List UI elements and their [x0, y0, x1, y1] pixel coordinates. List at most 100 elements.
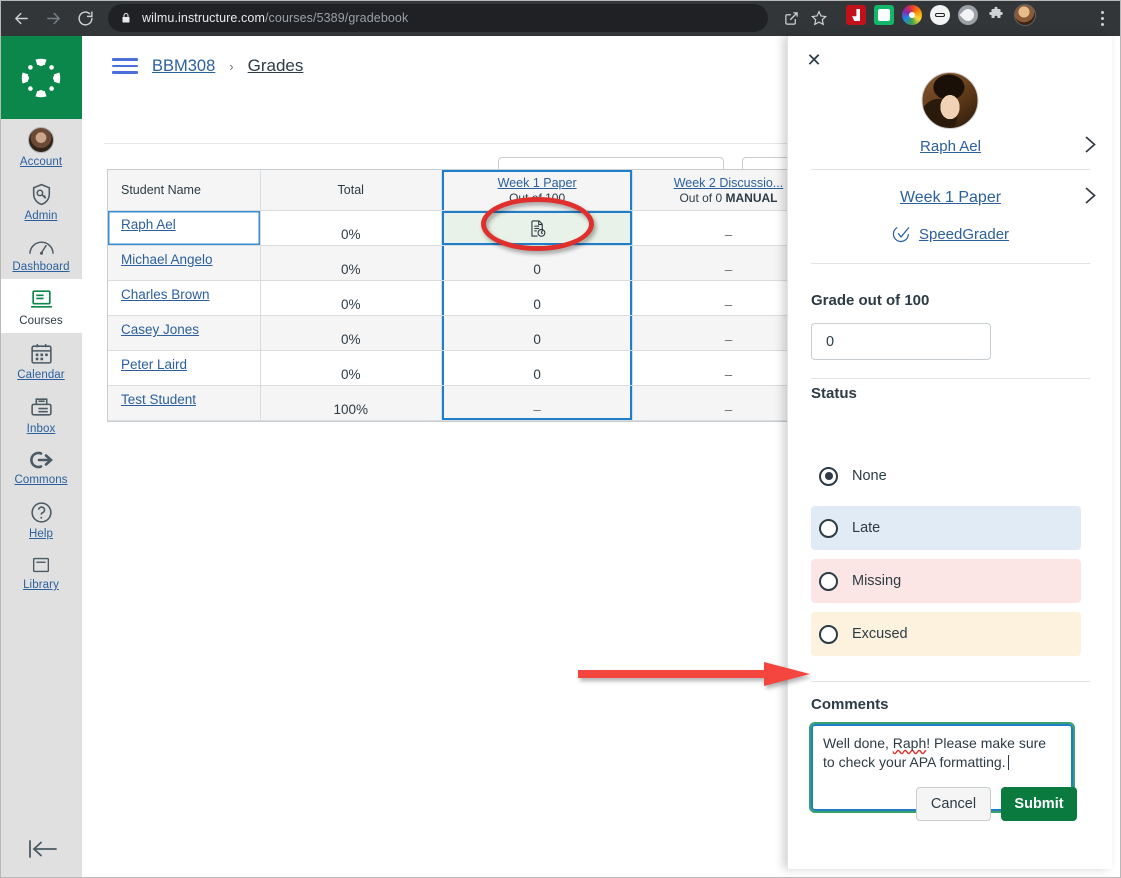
column-header-link[interactable]: Week 1 Paper: [498, 176, 577, 190]
total-grade-cell[interactable]: 100%: [260, 386, 442, 421]
sidebar-item-library[interactable]: Library: [0, 546, 82, 597]
student-name-link[interactable]: Casey Jones: [108, 322, 199, 337]
chevron-right-icon[interactable]: [1084, 187, 1097, 210]
week1-paper-cell[interactable]: 0: [441, 316, 634, 351]
radio-icon[interactable]: [819, 466, 838, 486]
column-header-points: Out of 100: [509, 190, 566, 205]
reload-icon[interactable]: [70, 3, 100, 33]
student-name-link[interactable]: Raph Ael: [108, 217, 176, 232]
grade-label: Grade out of 100: [811, 292, 930, 309]
radio-icon[interactable]: [819, 624, 838, 644]
document-clock-icon: [530, 219, 546, 237]
status-option-none[interactable]: None: [811, 454, 1081, 498]
column-header-link[interactable]: Week 2 Discussio...: [674, 176, 784, 190]
total-grade-value: 100%: [333, 401, 368, 417]
puzzle-extensions-icon[interactable]: [986, 5, 1006, 25]
student-name-cell[interactable]: Casey Jones: [108, 316, 261, 351]
week1-paper-cell[interactable]: 0: [441, 281, 634, 316]
status-option-missing[interactable]: Missing: [811, 559, 1081, 603]
student-link-row[interactable]: Raph Ael: [788, 135, 1113, 158]
sidebar-item-admin[interactable]: Admin: [0, 174, 82, 228]
week1-paper-cell[interactable]: –: [441, 386, 634, 421]
grade-value: –: [724, 366, 733, 382]
emoji-extension-icon[interactable]: [930, 5, 950, 25]
student-name-cell[interactable]: Test Student: [108, 386, 261, 421]
grade-value: 0: [533, 366, 541, 382]
total-grade-cell[interactable]: 0%: [260, 316, 442, 351]
speedgrader-link-row[interactable]: SpeedGrader: [788, 225, 1113, 244]
column-header-week1-paper[interactable]: Week 1 Paper Out of 100: [441, 170, 634, 211]
tray-student-name-link[interactable]: Raph Ael: [920, 138, 981, 155]
divider: [811, 169, 1090, 170]
sidebar-item-inbox[interactable]: Inbox: [0, 387, 82, 441]
sidebar-item-help[interactable]: Help: [0, 492, 82, 546]
divider: [811, 681, 1090, 682]
student-name-cell[interactable]: Charles Brown: [108, 281, 261, 316]
assignment-link-row[interactable]: Week 1 Paper: [788, 187, 1113, 210]
commons-arrow-icon: [30, 451, 53, 469]
total-grade-cell[interactable]: 0%: [260, 351, 442, 386]
sidebar-item-courses[interactable]: Courses: [0, 279, 82, 333]
grade-input[interactable]: 0: [811, 323, 991, 360]
sidebar-item-label: Courses: [19, 315, 63, 327]
total-grade-cell[interactable]: 0%: [260, 281, 442, 316]
sidebar-item-commons[interactable]: Commons: [0, 441, 82, 492]
dashboard-icon: [28, 241, 54, 255]
adobe-acrobat-extension-icon[interactable]: [846, 5, 866, 25]
cancel-button[interactable]: Cancel: [916, 787, 991, 821]
column-header-label: Student Name: [121, 183, 201, 197]
chevron-right-icon[interactable]: [1084, 135, 1097, 158]
hamburger-menu-icon[interactable]: [112, 58, 138, 74]
student-name-link[interactable]: Charles Brown: [108, 287, 210, 302]
green-reader-extension-icon[interactable]: [874, 5, 894, 25]
column-header-student-name[interactable]: Student Name: [108, 170, 261, 211]
week1-paper-cell[interactable]: 0: [441, 351, 634, 386]
extension-icons: [846, 4, 1036, 26]
student-name-link[interactable]: Test Student: [108, 392, 196, 407]
submit-button[interactable]: Submit: [1001, 787, 1077, 821]
forward-arrow-icon[interactable]: [38, 3, 68, 33]
tray-assignment-link[interactable]: Week 1 Paper: [900, 189, 1001, 207]
sidebar-item-label: Dashboard: [12, 261, 70, 273]
column-header-points: Out of 0 MANUAL: [679, 190, 778, 205]
status-option-late[interactable]: Late: [811, 506, 1081, 550]
sidebar-item-label: Calendar: [17, 369, 65, 381]
sidebar-item-account[interactable]: Account: [0, 119, 82, 174]
sidebar-item-label: Help: [28, 528, 54, 540]
student-name-cell[interactable]: Peter Laird: [108, 351, 261, 386]
grade-value: –: [724, 401, 733, 417]
inbox-icon: [30, 398, 52, 416]
kebab-menu-icon[interactable]: [1091, 4, 1113, 32]
profile-avatar-icon[interactable]: [1014, 4, 1036, 26]
contrast-extension-icon[interactable]: [958, 5, 978, 25]
sidebar-item-calendar[interactable]: Calendar: [0, 333, 82, 387]
status-option-excused[interactable]: Excused: [811, 612, 1081, 656]
radio-icon[interactable]: [819, 571, 838, 591]
close-icon[interactable]: ✕: [801, 47, 827, 73]
sidebar-item-dashboard[interactable]: Dashboard: [0, 228, 82, 279]
color-wheel-extension-icon[interactable]: [902, 5, 922, 25]
divider: [811, 378, 1090, 379]
column-header-total[interactable]: Total: [260, 170, 442, 211]
courses-icon: [30, 290, 52, 308]
back-arrow-icon[interactable]: [6, 3, 36, 33]
url-text: wilmu.instructure.com/courses/5389/grade…: [142, 11, 408, 25]
student-name-link[interactable]: Peter Laird: [108, 357, 187, 372]
breadcrumb-course-link[interactable]: BBM308: [152, 57, 215, 76]
total-grade-cell[interactable]: 0%: [260, 246, 442, 281]
canvas-logo-icon[interactable]: [0, 36, 82, 119]
star-icon[interactable]: [806, 4, 832, 32]
open-in-new-icon[interactable]: [778, 4, 804, 32]
speedgrader-link[interactable]: SpeedGrader: [919, 226, 1009, 243]
student-name-link[interactable]: Michael Angelo: [108, 252, 213, 267]
address-bar[interactable]: wilmu.instructure.com/courses/5389/grade…: [108, 4, 768, 32]
radio-icon[interactable]: [819, 518, 838, 538]
week1-paper-cell-raph-ael[interactable]: [441, 211, 634, 246]
student-name-cell[interactable]: Raph Ael: [108, 211, 261, 246]
status-option-label: None: [852, 468, 887, 484]
week1-paper-cell[interactable]: 0: [441, 246, 634, 281]
collapse-nav-icon[interactable]: [0, 820, 82, 878]
grade-value: –: [724, 296, 733, 312]
total-grade-cell[interactable]: 0%: [260, 211, 442, 246]
student-name-cell[interactable]: Michael Angelo: [108, 246, 261, 281]
